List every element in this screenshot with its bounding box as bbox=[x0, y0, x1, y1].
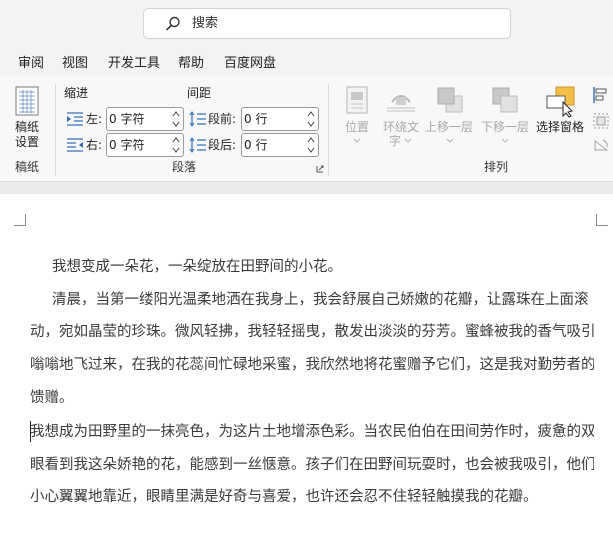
spinner-arrows-icon[interactable] bbox=[306, 109, 316, 129]
paragraph-line[interactable]: 动，宛如晶莹的珍珠。微风轻拂，我轻轻摇曳，散发出淡淡的芬芳。蜜蜂被我的香气吸引， bbox=[30, 322, 594, 342]
paragraph-line[interactable]: 我想成为田野里的一抹亮色，为这片土地增添色彩。当农民伯伯在田间劳作时，疲惫的双 bbox=[30, 422, 594, 442]
indent-right-label: 右: bbox=[86, 138, 103, 152]
spinner-arrows-icon[interactable] bbox=[171, 135, 181, 155]
tab-developer[interactable]: 开发工具 bbox=[108, 55, 160, 72]
group-label-arrange: 排列 bbox=[484, 160, 509, 174]
spacing-header: 间距 bbox=[187, 86, 212, 100]
spacing-before-label: 段前: bbox=[208, 112, 237, 126]
spacing-before-value[interactable]: 0 行 bbox=[244, 112, 267, 127]
chevron-down-icon[interactable] bbox=[353, 138, 361, 144]
spacing-before-input[interactable]: 0 行 bbox=[241, 107, 319, 131]
paragraph-line[interactable]: 嗡嗡地飞过来，在我的花蕊间忙碌地采蜜，我欣然地将花蜜赠予它们，这是我对勤劳者的 bbox=[30, 355, 594, 375]
manuscript-paper-icon[interactable] bbox=[14, 86, 40, 116]
tab-view[interactable]: 视图 bbox=[62, 55, 88, 72]
indent-right-value[interactable]: 0 字符 bbox=[109, 138, 144, 153]
send-backward-icon[interactable] bbox=[491, 86, 519, 114]
chevron-down-icon[interactable] bbox=[446, 138, 454, 144]
indent-left-input[interactable]: 0 字符 bbox=[106, 107, 184, 131]
search-placeholder[interactable]: 搜索 bbox=[192, 15, 218, 32]
rotate-icon[interactable] bbox=[592, 137, 610, 153]
menu-tabs bbox=[0, 48, 613, 76]
bring-forward-label[interactable]: 上移一层 bbox=[425, 120, 473, 135]
wrap-text-label-line1[interactable]: 环绕文 bbox=[383, 120, 419, 135]
tab-help[interactable]: 帮助 bbox=[178, 55, 204, 72]
spacing-after-icon bbox=[189, 137, 206, 153]
selection-pane-icon[interactable] bbox=[545, 86, 577, 118]
chevron-down-icon[interactable] bbox=[501, 138, 509, 144]
margin-corner-mark bbox=[596, 214, 608, 226]
spacing-after-input[interactable]: 0 行 bbox=[241, 133, 319, 157]
paragraph-line[interactable]: 小心翼翼地靠近，眼睛里满是好奇与喜爱，也许还会忍不住轻轻触摸我的花瓣。 bbox=[30, 487, 594, 507]
spacing-after-label: 段后: bbox=[208, 138, 237, 152]
send-backward-label[interactable]: 下移一层 bbox=[481, 120, 529, 135]
text-cursor bbox=[30, 421, 31, 442]
indent-left-value[interactable]: 0 字符 bbox=[109, 112, 144, 127]
paragraph-line[interactable]: 馈赠。 bbox=[30, 388, 594, 408]
indent-right-input[interactable]: 0 字符 bbox=[106, 133, 184, 157]
manuscript-button-line1[interactable]: 稿纸 bbox=[15, 120, 39, 135]
position-button-label[interactable]: 位置 bbox=[345, 120, 369, 135]
paragraph-line[interactable]: 清晨，当第一缕阳光温柔地洒在我身上，我会舒展自己娇嫩的花瓣，让露珠在上面滚 bbox=[30, 290, 594, 310]
bring-forward-icon[interactable] bbox=[436, 86, 464, 114]
wrap-text-label-line2[interactable]: 字 bbox=[389, 134, 401, 149]
indent-header: 缩进 bbox=[64, 86, 89, 100]
chevron-down-icon[interactable] bbox=[404, 138, 412, 144]
selection-pane-label[interactable]: 选择窗格 bbox=[536, 120, 584, 135]
position-icon[interactable] bbox=[346, 86, 368, 114]
group-label-manuscript: 稿纸 bbox=[15, 160, 40, 174]
tab-review[interactable]: 审阅 bbox=[18, 55, 44, 72]
wrap-text-icon[interactable] bbox=[386, 88, 416, 112]
indent-right-icon bbox=[67, 138, 83, 152]
indent-left-icon bbox=[67, 112, 83, 126]
spinner-arrows-icon[interactable] bbox=[171, 109, 181, 129]
tab-baidu-netdisk[interactable]: 百度网盘 bbox=[224, 55, 276, 72]
paragraph-line[interactable]: 我想变成一朵花，一朵绽放在田野间的小花。 bbox=[30, 257, 594, 277]
manuscript-button-line2[interactable]: 设置 bbox=[15, 135, 39, 150]
document-background bbox=[0, 182, 613, 194]
align-icon[interactable] bbox=[592, 86, 610, 104]
search-icon bbox=[166, 16, 180, 31]
spacing-before-icon bbox=[189, 111, 206, 127]
indent-left-label: 左: bbox=[86, 112, 103, 126]
spinner-arrows-icon[interactable] bbox=[306, 135, 316, 155]
paragraph-line[interactable]: 眼看到我这朵娇艳的花，能感到一丝惬意。孩子们在田野间玩耍时，也会被我吸引，他们 bbox=[30, 455, 594, 475]
spacing-after-value[interactable]: 0 行 bbox=[244, 138, 267, 153]
dialog-launcher-icon[interactable] bbox=[316, 165, 324, 173]
group-label-paragraph: 段落 bbox=[172, 160, 197, 174]
group-divider bbox=[328, 84, 329, 176]
group-divider bbox=[55, 84, 56, 176]
group-objects-icon[interactable] bbox=[592, 112, 610, 130]
margin-corner-mark bbox=[14, 214, 26, 226]
